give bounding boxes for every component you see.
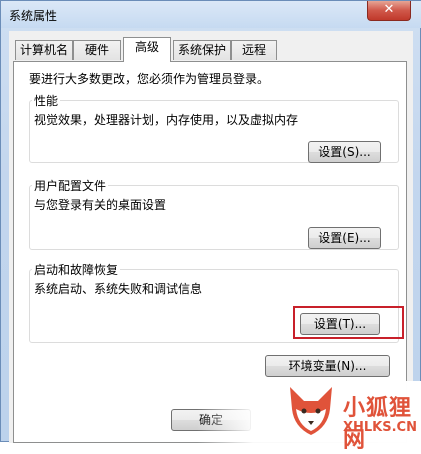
title-bar[interactable]: 系统属性 ✕ bbox=[1, 1, 421, 28]
tab-advanced[interactable]: 高级 bbox=[123, 37, 171, 62]
fox-logo-icon bbox=[290, 387, 332, 435]
environment-variables-button[interactable]: 环境变量(N)... bbox=[265, 355, 390, 377]
user-profiles-settings-button[interactable]: 设置(E)... bbox=[308, 227, 381, 249]
user-profiles-group: 用户配置文件 与您登录有关的桌面设置 设置(E)... bbox=[29, 177, 399, 250]
watermark-url: XHLKS.CN bbox=[343, 420, 417, 435]
performance-settings-button[interactable]: 设置(S)... bbox=[308, 141, 381, 163]
tab-hardware[interactable]: 硬件 bbox=[73, 40, 121, 60]
performance-description: 视觉效果，处理器计划，内存使用，以及虚拟内存 bbox=[34, 113, 299, 127]
startup-recovery-title: 启动和故障恢复 bbox=[32, 261, 121, 278]
system-properties-window: 系统属性 ✕ 计算机名 硬件 高级 系统保护 远程 要进行大多数更改，您必须作为… bbox=[0, 0, 421, 453]
admin-notice: 要进行大多数更改，您必须作为管理员登录。 bbox=[29, 72, 270, 86]
performance-title: 性能 bbox=[32, 92, 61, 109]
startup-recovery-description: 系统启动、系统失败和调试信息 bbox=[34, 282, 203, 296]
tab-remote[interactable]: 远程 bbox=[231, 40, 277, 60]
tab-computer-name[interactable]: 计算机名 bbox=[15, 40, 73, 60]
window-title: 系统属性 bbox=[9, 9, 58, 23]
performance-group: 性能 视觉效果，处理器计划，内存使用，以及虚拟内存 设置(S)... bbox=[29, 92, 399, 163]
user-profiles-description: 与您登录有关的桌面设置 bbox=[34, 198, 167, 212]
highlight-box bbox=[293, 306, 404, 339]
user-profiles-title: 用户配置文件 bbox=[32, 177, 109, 194]
close-button[interactable]: ✕ bbox=[367, 1, 411, 21]
tab-system-protection[interactable]: 系统保护 bbox=[173, 40, 231, 60]
